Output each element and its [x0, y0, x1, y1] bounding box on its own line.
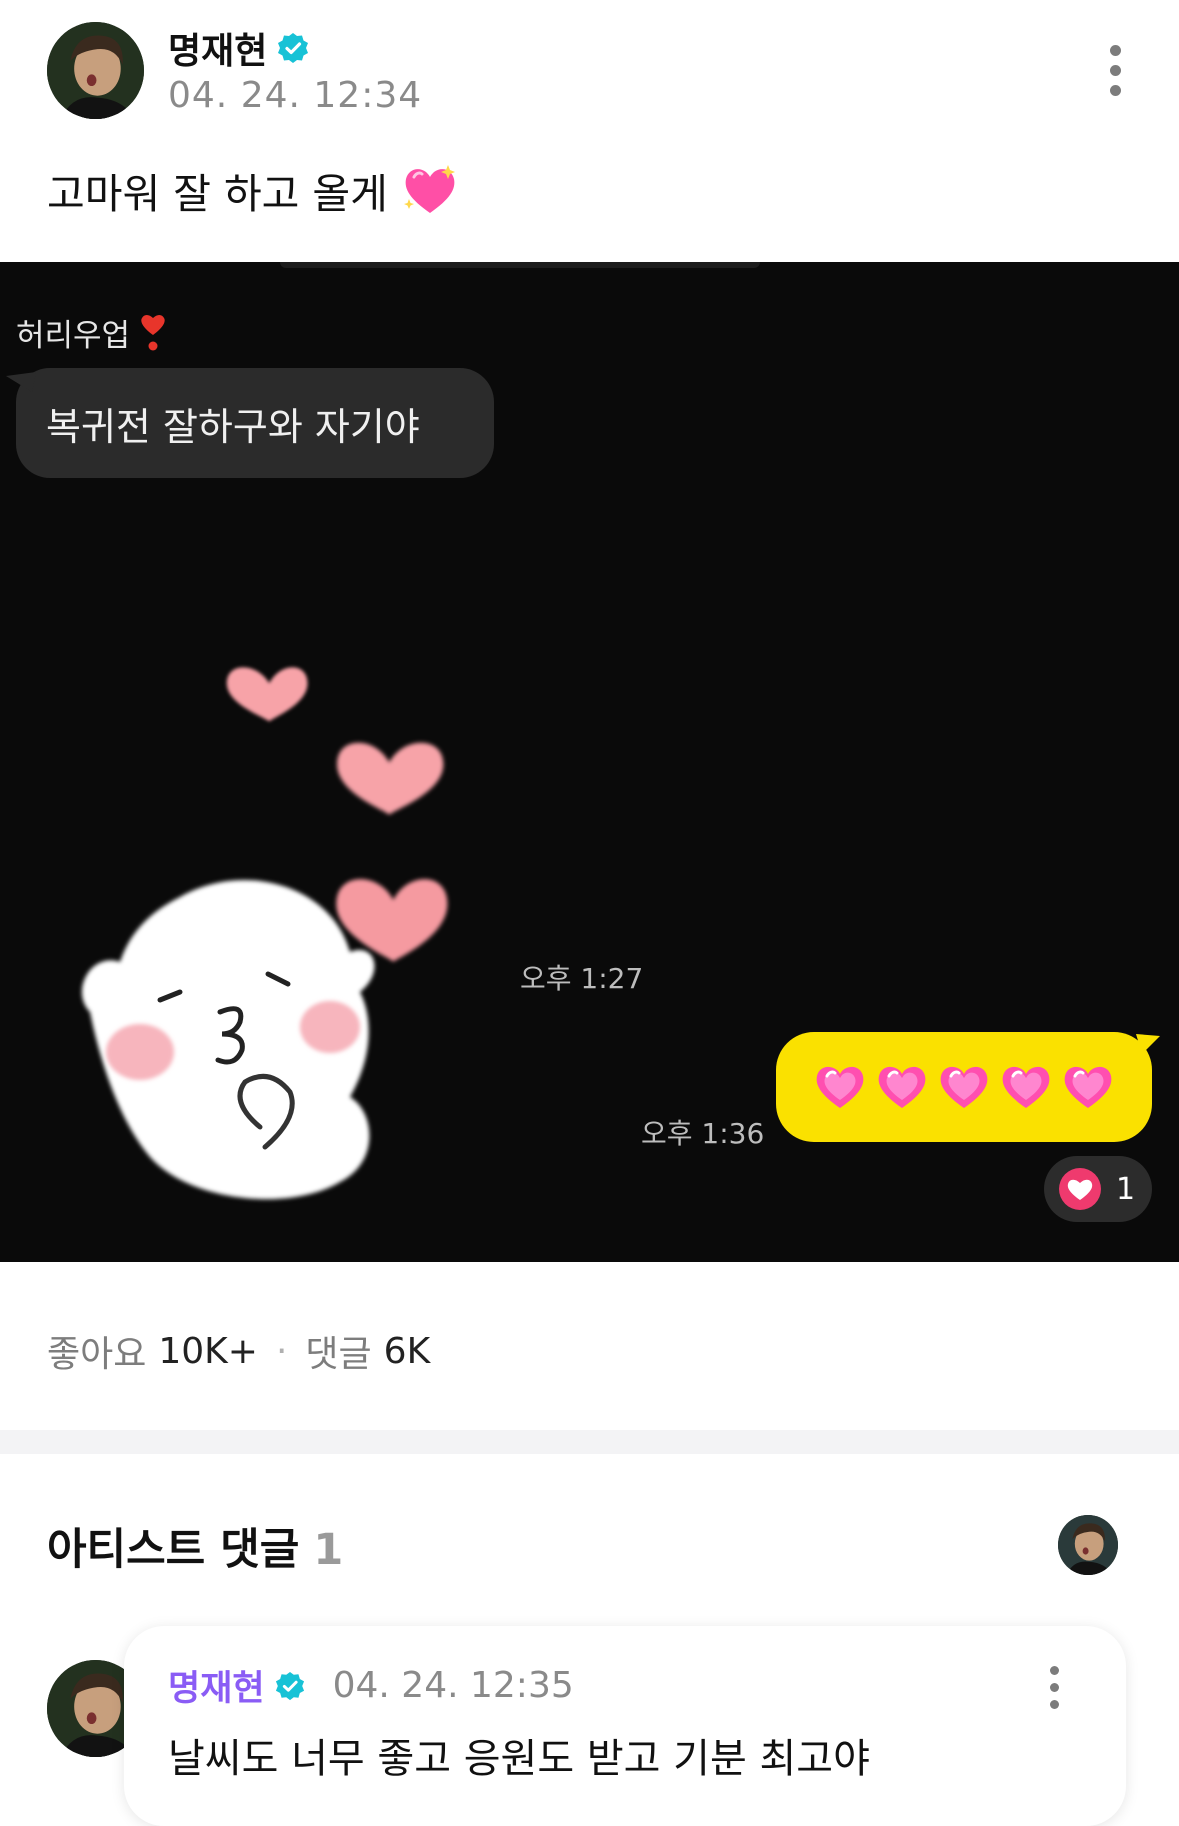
comment-text: 날씨도 너무 좋고 응원도 받고 기분 최고야 [168, 1736, 870, 1782]
heart-emoji-icon [878, 1066, 926, 1108]
stats-separator: · [275, 1330, 288, 1372]
artist-avatar-small[interactable] [1058, 1515, 1118, 1575]
artist-comment-card[interactable]: 명재현 04. 24. 12:35 날씨도 너무 좋고 응원도 받고 기분 최고… [124, 1626, 1126, 1826]
verified-badge-icon [275, 1671, 304, 1700]
comment-author-name[interactable]: 명재현 [168, 1660, 265, 1711]
heart-exclamation-icon [141, 314, 165, 350]
post-stats: 좋아요 10K+ · 댓글 6K [47, 1325, 430, 1377]
post-text: 고마워 잘 하고 올게 [47, 170, 388, 218]
heart-emoji-icon [816, 1066, 864, 1108]
comments-label: 댓글 [305, 1334, 372, 1375]
heart-reaction[interactable]: 1 [1044, 1156, 1152, 1222]
heart-reaction-icon [1059, 1168, 1101, 1210]
outgoing-time: 오후 1:36 [641, 1117, 765, 1150]
incoming-message-text: 복귀전 잘하구와 자기야 [46, 404, 420, 449]
post-timestamp: 04. 24. 12:34 [168, 75, 423, 116]
artist-comments-title: 아티스트 댓글 [47, 1525, 300, 1575]
outgoing-bubble-tail [1136, 1034, 1160, 1054]
author-name[interactable]: 명재현 [168, 22, 267, 74]
sparkling-heart-icon [403, 165, 455, 213]
artist-comments-header: 아티스트 댓글 1 [47, 1515, 343, 1577]
artist-comments-count: 1 [313, 1525, 344, 1575]
incoming-message-bubble: 복귀전 잘하구와 자기야 [16, 368, 494, 478]
likes-label: 좋아요 [47, 1334, 147, 1375]
section-divider [0, 1430, 1179, 1454]
verified-badge-icon [278, 33, 309, 63]
bubble-tail [6, 372, 36, 392]
comments-count[interactable]: 6K [384, 1331, 431, 1372]
post-image[interactable]: 허리우업 복귀전 잘하구와 자기야 오후 1:27 오후 1:36 1 [0, 262, 1179, 1262]
post-text-row: 고마워 잘 하고 올게 [47, 160, 458, 220]
outgoing-message-bubble [776, 1032, 1152, 1142]
image-top-edge [280, 262, 760, 268]
more-options-icon[interactable] [1100, 45, 1130, 96]
heart-emoji-icon [1064, 1066, 1112, 1108]
comment-timestamp: 04. 24. 12:35 [332, 1665, 574, 1706]
author-avatar[interactable] [47, 22, 144, 119]
heart-emoji-icon [1002, 1066, 1050, 1108]
reaction-count: 1 [1116, 1171, 1136, 1207]
incoming-time: 오후 1:27 [520, 962, 644, 995]
kiss-sticker [81, 667, 448, 1200]
heart-emoji-icon [940, 1066, 988, 1108]
comment-more-icon[interactable] [1044, 1666, 1064, 1709]
chat-sender-name: 허리우업 [16, 318, 131, 354]
likes-count[interactable]: 10K+ [158, 1331, 258, 1372]
